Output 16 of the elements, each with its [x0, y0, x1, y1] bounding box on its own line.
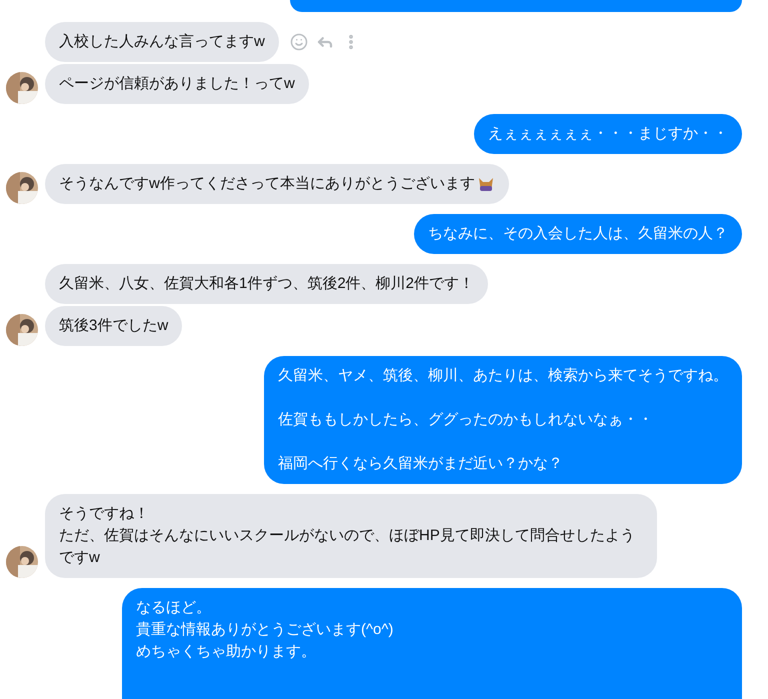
emoji-reaction-icon[interactable] — [290, 33, 308, 51]
message-text: 筑後3件でしたw — [59, 316, 168, 336]
message-text: 貴重な情報ありがとうございます(^o^) — [136, 620, 394, 640]
message-text: 久留米、ヤメ、筑後、柳川、あたりは、検索から来てそうですね。 — [278, 366, 728, 386]
message-text: えぇぇぇぇぇぇ・・・まじすか・・ — [488, 124, 728, 144]
message-text: そうですね！ — [59, 504, 149, 524]
message-text: 久留米、八女、佐賀大和各1件ずつ、筑後2件、柳川2件です！ — [59, 274, 474, 294]
message-text: そうなんですw作ってくださって本当にありがとうございます — [59, 174, 475, 194]
message-text: ページが信頼がありました！ってw — [59, 74, 295, 94]
message-text: なるほど。 — [136, 598, 212, 618]
message-text: ちなみに、その入会した人は、久留米の人？ — [428, 224, 728, 244]
message-text: 福岡へ行くなら久留米がまだ近い？かな？ — [278, 454, 563, 474]
message-text: 入校した人みんな言ってますw — [59, 32, 265, 52]
message-text: めちゃくちゃ助かります。 — [136, 642, 317, 662]
message-text: ただ、佐賀はそんなにいいスクールがないので、ほぼHP見て即決して問合せしたようですw — [59, 526, 636, 568]
message-text: 佐賀ももしかしたら、ググったのかもしれないなぁ・・ — [278, 410, 653, 430]
